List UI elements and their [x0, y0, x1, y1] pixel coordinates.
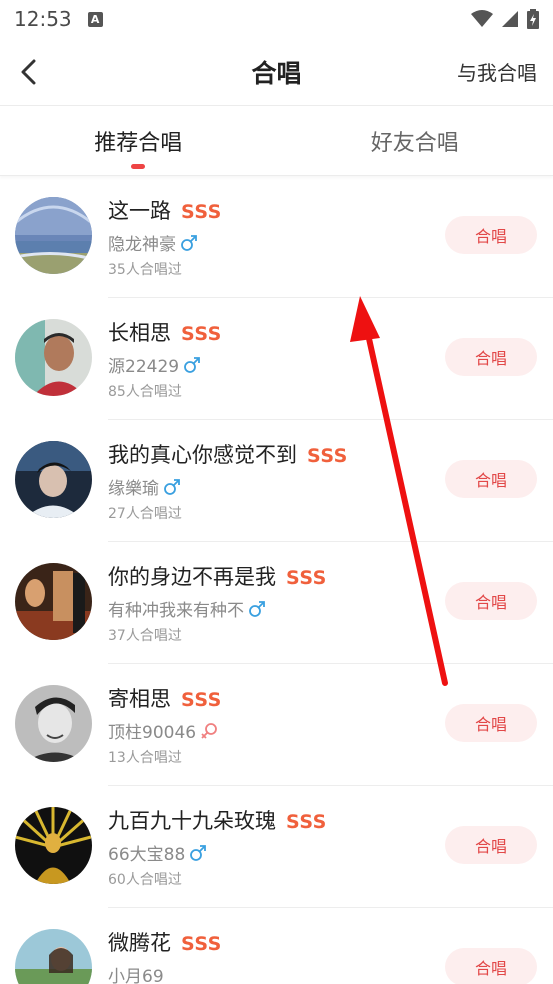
- list-item[interactable]: 长相思 SSS 源22429 85人合唱过 合唱: [0, 298, 553, 420]
- chevron-left-icon: [21, 59, 36, 85]
- tab-recommended[interactable]: 推荐合唱: [0, 106, 277, 175]
- song-line: 九百九十九朵玫瑰 SSS: [108, 805, 327, 835]
- chorus-button[interactable]: 合唱: [445, 216, 537, 254]
- chorus-button[interactable]: 合唱: [445, 704, 537, 742]
- tab-friends[interactable]: 好友合唱: [277, 106, 553, 175]
- avatar[interactable]: [15, 319, 92, 396]
- user-line: 隐龙神豪: [108, 230, 198, 255]
- nav-bar: 合唱 与我合唱: [0, 38, 553, 106]
- song-line: 这一路 SSS: [108, 195, 222, 225]
- signal-icon: [502, 11, 518, 27]
- male-icon: [180, 234, 198, 252]
- song-line: 微腾花 SSS: [108, 927, 222, 957]
- avatar[interactable]: [15, 197, 92, 274]
- song-title: 你的身边不再是我: [108, 565, 276, 589]
- user-name: 有种冲我来有种不: [108, 601, 244, 621]
- tab-label: 好友合唱: [370, 130, 459, 156]
- chorus-button[interactable]: 合唱: [445, 826, 537, 864]
- sss-badge: SSS: [286, 567, 327, 589]
- status-icons: [471, 9, 539, 29]
- avatar[interactable]: [15, 929, 92, 984]
- user-line: 小月69: [108, 962, 164, 984]
- song-line: 我的真心你感觉不到 SSS: [108, 439, 348, 469]
- list-item[interactable]: 九百九十九朵玫瑰 SSS 66大宝88 60人合唱过 合唱: [0, 786, 553, 908]
- song-title: 寄相思: [108, 687, 171, 711]
- chorus-count: 85人合唱过: [108, 384, 182, 400]
- chorus-count: 27人合唱过: [108, 506, 182, 522]
- sss-badge: SSS: [181, 323, 222, 345]
- chorus-count: 37人合唱过: [108, 628, 182, 644]
- tab-indicator: [131, 164, 146, 169]
- song-title: 长相思: [108, 321, 171, 345]
- chorus-button[interactable]: 合唱: [445, 948, 537, 984]
- male-icon: [248, 600, 266, 618]
- list-item[interactable]: 你的身边不再是我 SSS 有种冲我来有种不 37人合唱过 合唱: [0, 542, 553, 664]
- wifi-icon: [471, 10, 493, 27]
- tab-label: 推荐合唱: [94, 130, 183, 156]
- sss-badge: SSS: [181, 689, 222, 711]
- notification-icon: A: [87, 11, 103, 27]
- avatar[interactable]: [15, 807, 92, 884]
- song-title: 我的真心你感觉不到: [108, 443, 297, 467]
- back-button[interactable]: [14, 56, 42, 88]
- avatar[interactable]: [15, 685, 92, 762]
- chorus-count: 35人合唱过: [108, 262, 182, 278]
- list-item[interactable]: 这一路 SSS 隐龙神豪 35人合唱过 合唱: [0, 176, 553, 298]
- list-item[interactable]: 寄相思 SSS 顶柱90046 13人合唱过 合唱: [0, 664, 553, 786]
- song-title: 这一路: [108, 199, 171, 223]
- sss-badge: SSS: [286, 811, 327, 833]
- male-icon: [163, 478, 181, 496]
- song-title: 九百九十九朵玫瑰: [108, 809, 276, 833]
- male-icon: [183, 356, 201, 374]
- battery-icon: [527, 9, 539, 29]
- female-icon: [200, 722, 218, 740]
- male-icon: [189, 844, 207, 862]
- chorus-button[interactable]: 合唱: [445, 582, 537, 620]
- song-line: 寄相思 SSS: [108, 683, 222, 713]
- status-time: 12:53: [14, 7, 72, 31]
- user-name: 源22429: [108, 357, 180, 377]
- song-line: 长相思 SSS: [108, 317, 222, 347]
- chorus-count: 13人合唱过: [108, 750, 182, 766]
- sss-badge: SSS: [181, 201, 222, 223]
- status-bar: 12:53 A: [0, 0, 553, 38]
- user-name: 隐龙神豪: [108, 235, 176, 255]
- avatar[interactable]: [15, 563, 92, 640]
- song-line: 你的身边不再是我 SSS: [108, 561, 327, 591]
- song-title: 微腾花: [108, 931, 171, 955]
- avatar[interactable]: [15, 441, 92, 518]
- user-name: 顶柱90046: [108, 723, 197, 743]
- tab-bar: 推荐合唱 好友合唱: [0, 106, 553, 176]
- user-name: 缘樂瑜: [108, 479, 159, 499]
- user-line: 缘樂瑜: [108, 474, 181, 499]
- list-item[interactable]: 微腾花 SSS 小月69 合唱: [0, 908, 553, 984]
- list-item[interactable]: 我的真心你感觉不到 SSS 缘樂瑜 27人合唱过 合唱: [0, 420, 553, 542]
- user-line: 66大宝88: [108, 840, 207, 865]
- chorus-list: 这一路 SSS 隐龙神豪 35人合唱过 合唱 长相思 SSS 源22429 85…: [0, 176, 553, 984]
- chorus-with-me-button[interactable]: 与我合唱: [457, 57, 537, 86]
- chorus-button[interactable]: 合唱: [445, 338, 537, 376]
- user-name: 小月69: [108, 967, 164, 984]
- chorus-count: 60人合唱过: [108, 872, 182, 888]
- user-line: 顶柱90046: [108, 718, 218, 743]
- user-line: 有种冲我来有种不: [108, 596, 266, 621]
- sss-badge: SSS: [307, 445, 348, 467]
- user-line: 源22429: [108, 352, 201, 377]
- chorus-button[interactable]: 合唱: [445, 460, 537, 498]
- sss-badge: SSS: [181, 933, 222, 955]
- user-name: 66大宝88: [108, 845, 186, 865]
